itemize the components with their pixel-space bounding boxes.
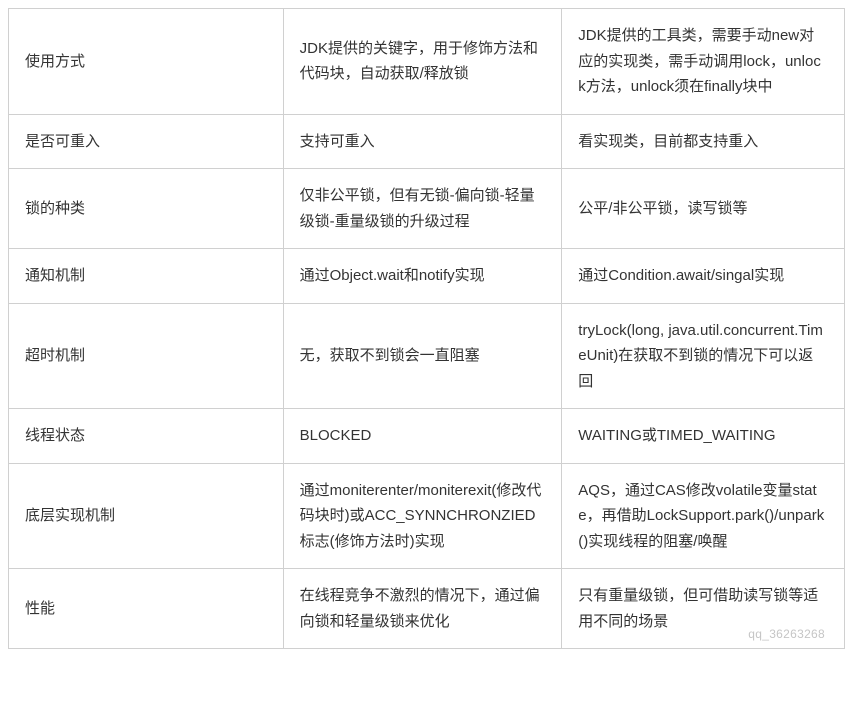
row-label: 性能 (9, 569, 284, 649)
table-row: 通知机制 通过Object.wait和notify实现 通过Condition.… (9, 249, 845, 304)
row-col3: 只有重量级锁，但可借助读写锁等适用不同的场景 (562, 569, 845, 649)
row-col2: 无，获取不到锁会一直阻塞 (283, 303, 562, 409)
row-col3: tryLock(long, java.util.concurrent.TimeU… (562, 303, 845, 409)
row-label: 锁的种类 (9, 169, 284, 249)
row-col2: 仅非公平锁，但有无锁-偏向锁-轻量级锁-重量级锁的升级过程 (283, 169, 562, 249)
row-label: 超时机制 (9, 303, 284, 409)
table-row: 锁的种类 仅非公平锁，但有无锁-偏向锁-轻量级锁-重量级锁的升级过程 公平/非公… (9, 169, 845, 249)
table-row: 线程状态 BLOCKED WAITING或TIMED_WAITING (9, 409, 845, 464)
row-label: 线程状态 (9, 409, 284, 464)
row-col2: JDK提供的关键字，用于修饰方法和代码块，自动获取/释放锁 (283, 9, 562, 115)
table-row: 使用方式 JDK提供的关键字，用于修饰方法和代码块，自动获取/释放锁 JDK提供… (9, 9, 845, 115)
row-col2: 通过moniterenter/moniterexit(修改代码块时)或ACC_S… (283, 463, 562, 569)
table-row: 性能 在线程竞争不激烈的情况下，通过偏向锁和轻量级锁来优化 只有重量级锁，但可借… (9, 569, 845, 649)
comparison-table: 使用方式 JDK提供的关键字，用于修饰方法和代码块，自动获取/释放锁 JDK提供… (8, 8, 845, 649)
row-col3: 看实现类，目前都支持重入 (562, 114, 845, 169)
row-col2: 支持可重入 (283, 114, 562, 169)
row-label: 通知机制 (9, 249, 284, 304)
row-col3: 公平/非公平锁，读写锁等 (562, 169, 845, 249)
table-row: 超时机制 无，获取不到锁会一直阻塞 tryLock(long, java.uti… (9, 303, 845, 409)
comparison-table-container: 使用方式 JDK提供的关键字，用于修饰方法和代码块，自动获取/释放锁 JDK提供… (8, 8, 845, 649)
table-row: 是否可重入 支持可重入 看实现类，目前都支持重入 (9, 114, 845, 169)
row-col2: 在线程竞争不激烈的情况下，通过偏向锁和轻量级锁来优化 (283, 569, 562, 649)
row-col3: JDK提供的工具类，需要手动new对应的实现类，需手动调用lock，unlock… (562, 9, 845, 115)
row-col2: 通过Object.wait和notify实现 (283, 249, 562, 304)
table-row: 底层实现机制 通过moniterenter/moniterexit(修改代码块时… (9, 463, 845, 569)
row-label: 底层实现机制 (9, 463, 284, 569)
row-col3: AQS，通过CAS修改volatile变量state，再借助LockSuppor… (562, 463, 845, 569)
row-col3: WAITING或TIMED_WAITING (562, 409, 845, 464)
row-label: 使用方式 (9, 9, 284, 115)
row-label: 是否可重入 (9, 114, 284, 169)
row-col3: 通过Condition.await/singal实现 (562, 249, 845, 304)
row-col2: BLOCKED (283, 409, 562, 464)
